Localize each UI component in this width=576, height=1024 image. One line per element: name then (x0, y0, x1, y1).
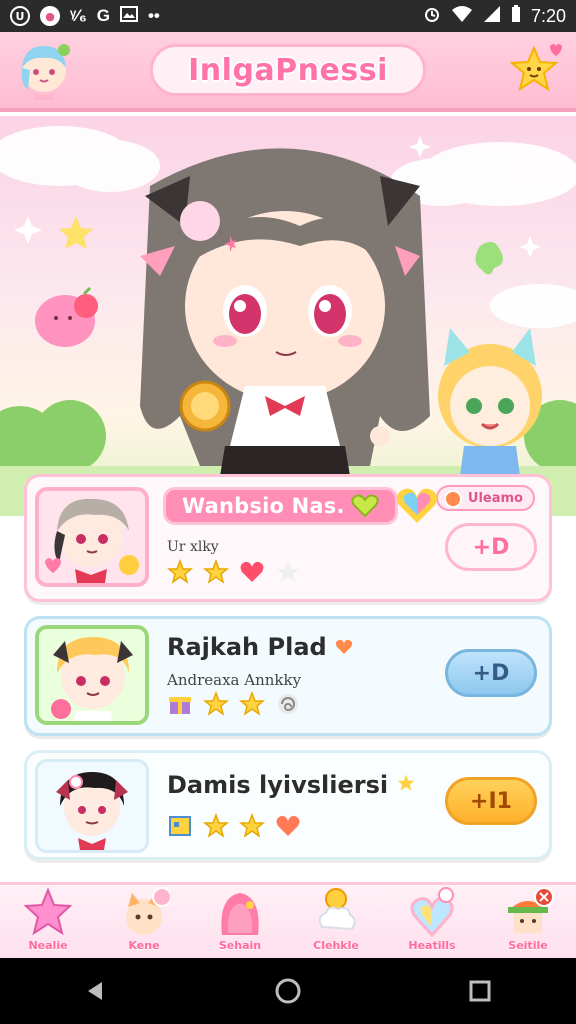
cloud-icon (318, 888, 356, 931)
add-friend-label: +I1 (470, 788, 512, 814)
heart-icon (335, 639, 353, 654)
tab-heatills[interactable]: Heatills (384, 885, 480, 958)
status-badge-label: Uleamo (467, 490, 523, 506)
character-traits (167, 813, 301, 839)
character-thumbnail (35, 759, 149, 853)
heart-icon (240, 561, 264, 582)
status-badge: Uleamo (435, 485, 535, 511)
g-icon: G (96, 6, 110, 25)
star-icon (203, 813, 229, 838)
star-icon (203, 559, 229, 584)
recents-icon[interactable] (460, 971, 500, 1011)
back-icon[interactable] (76, 971, 116, 1011)
hero-illustration (0, 116, 576, 516)
bottom-tab-bar: Nealie Kene Sehain Clehkle Heatills Seit… (0, 882, 576, 958)
faded-star-icon (277, 561, 299, 582)
hair-icon (221, 893, 259, 935)
heart-charm-icon (410, 887, 454, 938)
tab-seitile[interactable]: Seitile (480, 885, 576, 958)
alarm-icon (423, 5, 441, 27)
tab-kene[interactable]: Kene (96, 885, 192, 958)
home-icon[interactable] (268, 971, 308, 1011)
star-badge-icon[interactable] (506, 42, 562, 98)
tab-nealie[interactable]: Nealie (0, 885, 96, 958)
status-bar: U ● ᵞ⁄₆ G •• 7:20 (0, 0, 576, 32)
character-traits (167, 559, 301, 585)
tab-label: Heatills (408, 939, 456, 952)
add-friend-button[interactable]: +D (445, 649, 537, 697)
card-icon (169, 816, 191, 836)
more-icon: •• (147, 6, 160, 25)
tab-label: Sehain (218, 939, 262, 952)
star-icon (398, 774, 415, 791)
add-friend-button[interactable]: +D (445, 523, 537, 571)
character-card[interactable]: Wanbsio Nas. Ur xlky Uleamo +D (24, 474, 552, 602)
app-title: InlgaPnessi (188, 52, 388, 88)
title-pill: InlgaPnessi (150, 44, 426, 96)
character-name: Rajkah Plad (167, 633, 353, 661)
tab-label: Kene (128, 939, 160, 952)
clock: 7:20 (530, 5, 566, 26)
character-card[interactable]: Rajkah Plad Andreaxa Annkky +D (24, 616, 552, 736)
character-subtitle: Andreaxa Annkky (167, 671, 302, 689)
tab-label: Clehkle (313, 939, 359, 952)
heart-icon (276, 815, 300, 836)
rainbow-heart-icon (397, 488, 437, 523)
swirl-icon (278, 694, 298, 714)
tab-sehain[interactable]: Sehain (192, 885, 288, 958)
character-card[interactable]: Damis lyivsliersi +I1 (24, 750, 552, 860)
heart-icon (351, 494, 379, 518)
tab-label: Nealie (28, 939, 68, 952)
star-icon (23, 887, 73, 936)
profile-avatar[interactable] (14, 40, 74, 100)
app-header: InlgaPnessi (0, 32, 576, 112)
star-icon (167, 559, 193, 584)
fx-icon: ᵞ⁄₆ (70, 6, 87, 25)
star-icon (203, 691, 229, 716)
character-name-pill: Wanbsio Nas. (163, 487, 398, 525)
tab-label: Seitile (508, 939, 548, 952)
battery-icon (511, 5, 521, 27)
star-icon (239, 813, 265, 838)
add-friend-button[interactable]: +I1 (445, 777, 537, 825)
add-friend-label: +D (472, 660, 510, 686)
hat-icon (508, 887, 554, 933)
wifi-icon (451, 5, 473, 27)
circle-u-icon: U (10, 6, 30, 26)
add-friend-label: +D (472, 534, 510, 560)
status-dot-icon (443, 490, 462, 508)
character-traits (167, 691, 301, 717)
character-name: Damis lyivsliersi (167, 771, 416, 799)
star-icon (239, 691, 265, 716)
system-nav-bar (0, 958, 576, 1024)
character-thumbnail (35, 625, 149, 725)
character-name: Wanbsio Nas. (182, 494, 345, 518)
circle-o-icon: ● (40, 6, 60, 26)
character-subtitle: Ur xlky (167, 539, 219, 555)
cat-icon (126, 887, 170, 935)
tab-clehkle[interactable]: Clehkle (288, 885, 384, 958)
gift-icon (169, 697, 191, 714)
photo-icon (119, 6, 138, 26)
signal-icon (483, 5, 501, 27)
character-thumbnail (35, 487, 149, 587)
